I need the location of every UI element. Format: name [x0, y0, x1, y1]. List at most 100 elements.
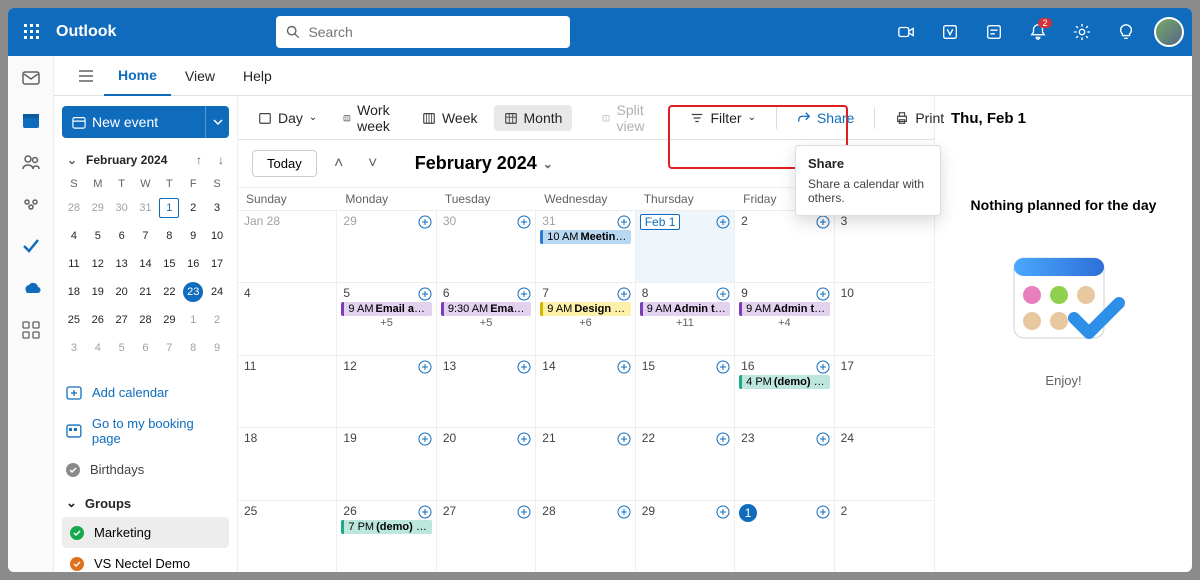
minical-day[interactable]: 21	[134, 278, 158, 306]
more-events[interactable]: +5	[341, 317, 431, 329]
calendar-day[interactable]: 28	[536, 501, 635, 572]
account-avatar[interactable]	[1154, 17, 1184, 47]
calendar-day[interactable]: 79 AMDesign revi+6	[536, 283, 635, 354]
minical-collapse-icon[interactable]: ⌄	[64, 152, 80, 168]
add-event-icon[interactable]	[418, 215, 432, 229]
calendar-day[interactable]: 4	[238, 283, 337, 354]
groups-header[interactable]: ⌄Groups	[62, 485, 229, 517]
minical-day[interactable]: 19	[86, 278, 110, 306]
calendar-day[interactable]: Jan 28	[238, 211, 337, 282]
add-event-icon[interactable]	[716, 215, 730, 229]
rail-groups-icon[interactable]	[19, 192, 43, 216]
calendar-day[interactable]: 23	[735, 428, 834, 499]
share-button[interactable]: Share Share Share a calendar with others…	[787, 105, 864, 131]
more-events[interactable]: +4	[739, 317, 829, 329]
calendar-day[interactable]: 19	[337, 428, 436, 499]
add-event-icon[interactable]	[617, 432, 631, 446]
calendar-day[interactable]: 13	[437, 356, 536, 427]
minical-day[interactable]: 3	[62, 334, 86, 362]
minical-day[interactable]: 2	[205, 306, 229, 334]
minical-day[interactable]: 7	[157, 334, 181, 362]
more-events[interactable]: +11	[640, 317, 730, 329]
calendar-day[interactable]: 21	[536, 428, 635, 499]
add-calendar-link[interactable]: Add calendar	[62, 376, 229, 408]
minical-day[interactable]: 15	[157, 250, 181, 278]
minical-day[interactable]: 11	[62, 250, 86, 278]
rail-mail-icon[interactable]	[19, 66, 43, 90]
minical-day[interactable]: 8	[157, 222, 181, 250]
add-event-icon[interactable]	[716, 360, 730, 374]
minical-day[interactable]: 1	[157, 194, 181, 222]
calendar-day[interactable]: 164 PM(demo) Ma	[735, 356, 834, 427]
minical-day[interactable]: 6	[134, 334, 158, 362]
tab-home[interactable]: Home	[104, 56, 171, 96]
minical-day[interactable]: 29	[157, 306, 181, 334]
minical-prev-icon[interactable]: ↑	[191, 152, 207, 168]
add-event-icon[interactable]	[617, 360, 631, 374]
view-day-button[interactable]: Day⌄	[248, 105, 327, 131]
calendar-day[interactable]: 25	[238, 501, 337, 572]
search-box[interactable]	[276, 16, 570, 48]
tab-help[interactable]: Help	[229, 56, 286, 96]
tab-view[interactable]: View	[171, 56, 229, 96]
app-launcher-icon[interactable]	[16, 16, 48, 48]
settings-icon[interactable]	[1066, 16, 1098, 48]
minical-day[interactable]: 13	[110, 250, 134, 278]
calendar-event[interactable]: 9 AMDesign revi	[540, 302, 630, 316]
rail-onedrive-icon[interactable]	[19, 276, 43, 300]
minical-day[interactable]: 12	[86, 250, 110, 278]
minical-day[interactable]: 27	[110, 306, 134, 334]
minical-day[interactable]: 5	[86, 222, 110, 250]
search-input[interactable]	[308, 24, 560, 40]
minical-day[interactable]: 9	[205, 334, 229, 362]
calendar-day[interactable]: 3	[835, 211, 934, 282]
today-button[interactable]: Today	[252, 150, 317, 177]
calendar-day[interactable]: 27	[437, 501, 536, 572]
calendar-day[interactable]: 89 AMAdmin task+11	[636, 283, 735, 354]
add-event-icon[interactable]	[517, 505, 531, 519]
tips-icon[interactable]	[1110, 16, 1142, 48]
month-title[interactable]: February 2024⌄	[415, 153, 553, 174]
minical-next-icon[interactable]: ↓	[213, 152, 229, 168]
new-event-split-button[interactable]	[205, 106, 229, 138]
notes-icon[interactable]	[978, 16, 1010, 48]
calendar-day[interactable]: 15	[636, 356, 735, 427]
add-event-icon[interactable]	[816, 360, 830, 374]
minical-day[interactable]: 20	[110, 278, 134, 306]
calendar-day[interactable]: 59 AMEmail and c+5	[337, 283, 436, 354]
calendar-day[interactable]: 24	[835, 428, 934, 499]
group-item[interactable]: Marketing	[62, 517, 229, 548]
calendar-day[interactable]: 3110 AMMeeting 1	[536, 211, 635, 282]
add-event-icon[interactable]	[816, 215, 830, 229]
calendar-day[interactable]: 267 PM(demo) Eve	[337, 501, 436, 572]
minical-day[interactable]: 22	[157, 278, 181, 306]
add-event-icon[interactable]	[517, 287, 531, 301]
more-events[interactable]: +6	[540, 317, 630, 329]
calendar-day[interactable]: 11	[238, 356, 337, 427]
minical-day[interactable]: 18	[62, 278, 86, 306]
more-events[interactable]: +5	[441, 317, 531, 329]
minical-day[interactable]: 1	[181, 306, 205, 334]
calendar-day[interactable]: 18	[238, 428, 337, 499]
calendar-day[interactable]: 14	[536, 356, 635, 427]
minical-day[interactable]: 28	[62, 194, 86, 222]
filter-button[interactable]: Filter⌄	[680, 105, 766, 131]
add-event-icon[interactable]	[816, 505, 830, 519]
add-event-icon[interactable]	[816, 287, 830, 301]
calendar-day[interactable]: 2	[835, 501, 934, 572]
minical-day[interactable]: 16	[181, 250, 205, 278]
add-event-icon[interactable]	[716, 287, 730, 301]
add-event-icon[interactable]	[418, 287, 432, 301]
view-week-button[interactable]: Week	[412, 105, 488, 131]
view-workweek-button[interactable]: Work week	[333, 97, 406, 139]
add-event-icon[interactable]	[617, 505, 631, 519]
minical-day[interactable]: 5	[110, 334, 134, 362]
rail-more-apps-icon[interactable]	[19, 318, 43, 342]
calendar-day[interactable]: 29	[337, 211, 436, 282]
rail-todo-icon[interactable]	[19, 234, 43, 258]
minical-day[interactable]: 14	[134, 250, 158, 278]
minical-day[interactable]: 31	[134, 194, 158, 222]
calendar-event[interactable]: 10 AMMeeting 1	[540, 230, 630, 244]
calendar-day[interactable]: 10	[835, 283, 934, 354]
add-event-icon[interactable]	[517, 432, 531, 446]
